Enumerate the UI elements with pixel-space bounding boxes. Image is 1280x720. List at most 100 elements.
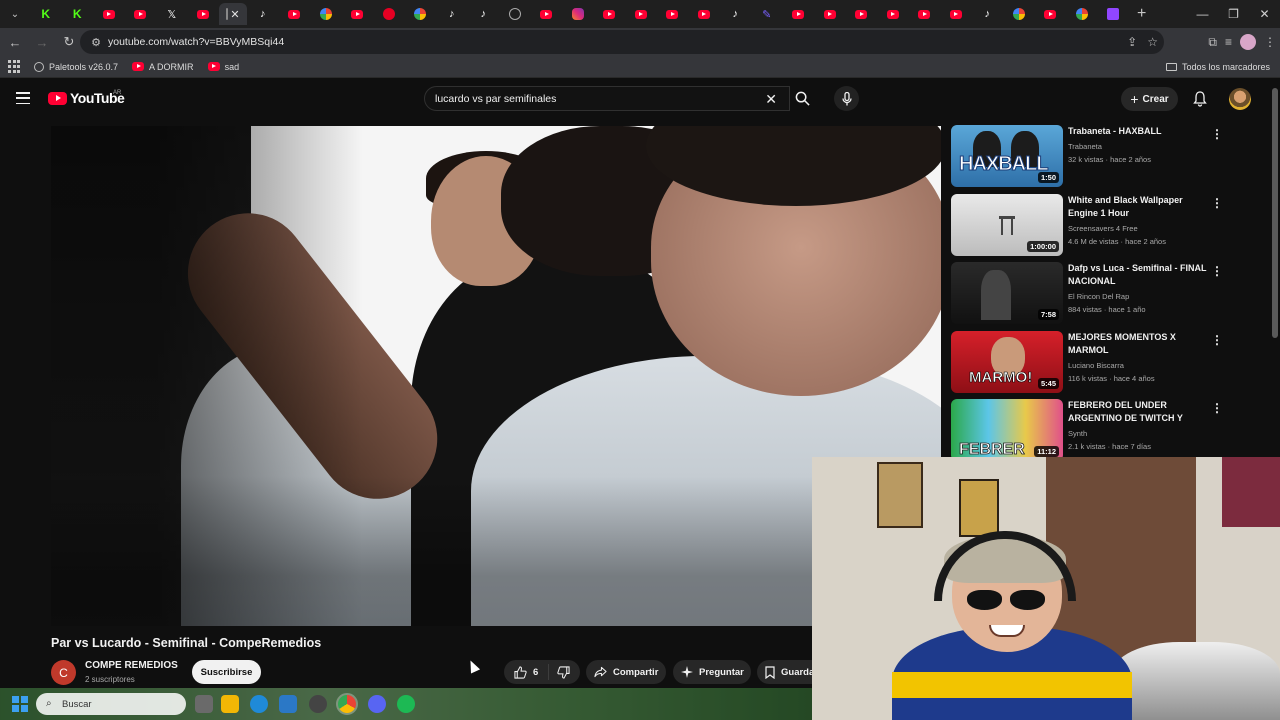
recommendation-title[interactable]: MEJORES MOMENTOS X MARMOL — [1068, 331, 1208, 357]
more-options-icon[interactable]: ⋮ — [1211, 264, 1223, 278]
install-app-icon[interactable]: ⇪ — [1127, 35, 1137, 49]
browser-tab[interactable] — [594, 3, 626, 25]
browser-tab[interactable]: ♪ — [247, 3, 279, 25]
browser-tab[interactable] — [531, 3, 563, 25]
tab-search-button[interactable]: ⌄ — [4, 3, 26, 25]
search-query[interactable]: lucardo vs par semifinales — [435, 93, 556, 105]
browser-tab[interactable]: ♪ — [720, 3, 752, 25]
forward-button[interactable]: → — [30, 30, 54, 54]
notifications-button[interactable] — [1193, 91, 1207, 112]
more-options-icon[interactable]: ⋮ — [1211, 401, 1223, 415]
clear-search-icon[interactable]: ✕ — [765, 91, 777, 108]
channel-name[interactable]: COMPE REMEDIOS — [85, 660, 178, 671]
browser-tab[interactable] — [1035, 3, 1067, 25]
media-control-icon[interactable]: ≡ — [1225, 35, 1232, 49]
browser-tab[interactable] — [125, 3, 157, 25]
share-button[interactable]: Compartir — [586, 660, 666, 684]
more-options-icon[interactable]: ⋮ — [1211, 196, 1223, 210]
recommendation-thumbnail[interactable]: FEBRER 11:12 — [951, 399, 1063, 461]
like-button[interactable]: 6 — [504, 664, 549, 680]
browser-tab[interactable] — [909, 3, 941, 25]
browser-menu-icon[interactable]: ⋮ — [1264, 35, 1276, 49]
recommendation-channel[interactable]: Trabaneta — [1068, 142, 1102, 151]
browser-tab[interactable] — [1066, 3, 1098, 25]
search-button[interactable] — [787, 86, 817, 111]
recommendation-item[interactable]: 1:00:00 White and Black Wallpaper Engine… — [951, 194, 1231, 256]
ask-button[interactable]: Preguntar — [673, 660, 751, 684]
chrome-icon[interactable] — [336, 693, 358, 715]
dislike-button[interactable] — [549, 665, 570, 679]
apps-grid-icon[interactable] — [8, 59, 22, 74]
browser-tab[interactable] — [814, 3, 846, 25]
browser-tab[interactable] — [783, 3, 815, 25]
voice-search-button[interactable] — [834, 86, 859, 111]
spotify-icon[interactable] — [397, 695, 415, 713]
recommendation-thumbnail[interactable]: HAXBALL 1:50 — [951, 125, 1063, 187]
browser-tab[interactable] — [625, 3, 657, 25]
recommendation-thumbnail[interactable]: 7:58 — [951, 262, 1063, 324]
recommendation-item[interactable]: 7:58 Dafp vs Luca - Semifinal - FINAL NA… — [951, 262, 1231, 324]
back-button[interactable]: ← — [3, 30, 27, 54]
recommendation-title[interactable]: White and Black Wallpaper Engine 1 Hour — [1068, 194, 1208, 220]
bookmark-a-dormir[interactable]: A DORMIR — [132, 62, 194, 72]
browser-tab[interactable]: K — [30, 3, 62, 25]
reload-button[interactable]: ↻ — [57, 30, 81, 54]
page-scrollbar[interactable] — [1272, 88, 1278, 338]
browser-tab[interactable] — [405, 3, 437, 25]
task-view-icon[interactable] — [195, 695, 213, 713]
subscribe-button[interactable]: Suscribirse — [192, 660, 261, 684]
browser-tab[interactable] — [940, 3, 972, 25]
browser-tab[interactable]: ♪ — [972, 3, 1004, 25]
browser-tab[interactable] — [310, 3, 342, 25]
browser-tab[interactable] — [846, 3, 878, 25]
bookmark-paletools[interactable]: Paletools v26.0.7 — [34, 61, 118, 72]
browser-tab[interactable]: 𝕏 — [156, 3, 188, 25]
bookmark-star-icon[interactable]: ☆ — [1147, 35, 1158, 49]
browser-tab[interactable] — [1098, 3, 1130, 25]
browser-tab[interactable] — [342, 3, 374, 25]
edge-icon[interactable] — [250, 695, 268, 713]
more-options-icon[interactable]: ⋮ — [1211, 333, 1223, 347]
taskbar-search-input[interactable]: ⌕ Buscar — [36, 693, 186, 715]
create-button[interactable]: + Crear — [1121, 87, 1178, 111]
recommendation-thumbnail[interactable]: MARMO! 5:45 — [951, 331, 1063, 393]
more-options-icon[interactable]: ⋮ — [1211, 127, 1223, 141]
browser-tab[interactable] — [499, 3, 531, 25]
tab-active[interactable]: ✕ — [219, 3, 247, 25]
app-icon[interactable] — [309, 695, 327, 713]
recommendation-title[interactable]: FEBRERO DEL UNDER ARGENTINO DE TWITCH Y … — [1068, 399, 1208, 425]
file-explorer-icon[interactable] — [221, 695, 239, 713]
close-tab-icon[interactable]: ✕ — [230, 8, 239, 21]
search-input[interactable]: lucardo vs par semifinales ✕ — [424, 86, 790, 111]
all-bookmarks-button[interactable]: Todos los marcadores — [1165, 56, 1270, 78]
close-window-icon[interactable]: ✕ — [1249, 0, 1280, 28]
recommendation-item[interactable]: HAXBALL 1:50 Trabaneta - HAXBALL Trabane… — [951, 125, 1231, 187]
minimize-icon[interactable]: — — [1187, 0, 1218, 28]
browser-tab[interactable]: ✎ — [751, 3, 783, 25]
discord-icon[interactable] — [368, 695, 386, 713]
address-url[interactable]: youtube.com/watch?v=BBVyMBSqi44 — [108, 36, 284, 48]
browser-tab[interactable]: ♪ — [436, 3, 468, 25]
browser-tab[interactable] — [1003, 3, 1035, 25]
recommendation-title[interactable]: Trabaneta - HAXBALL — [1068, 125, 1208, 138]
windows-start-icon[interactable] — [12, 696, 28, 712]
video-player[interactable] — [51, 126, 941, 626]
recommendation-channel[interactable]: El Rincon Del Rap — [1068, 292, 1129, 301]
restore-icon[interactable]: ❐ — [1218, 0, 1249, 28]
recommendation-channel[interactable]: Screensavers 4 Free — [1068, 224, 1138, 233]
address-bar[interactable]: ⚙ youtube.com/watch?v=BBVyMBSqi44 ⇪ ☆ — [80, 30, 1164, 54]
extensions-icon[interactable]: ⧉ — [1208, 35, 1217, 50]
profile-avatar[interactable] — [1240, 34, 1256, 50]
channel-avatar[interactable]: C — [51, 660, 76, 685]
menu-icon[interactable] — [16, 92, 30, 104]
browser-tab[interactable] — [562, 3, 594, 25]
browser-tab[interactable] — [188, 3, 220, 25]
site-info-icon[interactable]: ⚙ — [84, 36, 108, 49]
browser-tab[interactable] — [877, 3, 909, 25]
browser-tab[interactable] — [279, 3, 311, 25]
account-avatar[interactable] — [1229, 88, 1251, 110]
browser-tab[interactable] — [688, 3, 720, 25]
recommendation-item[interactable]: FEBRER 11:12 FEBRERO DEL UNDER ARGENTINO… — [951, 399, 1231, 461]
new-tab-button[interactable]: + — [1137, 5, 1146, 23]
store-icon[interactable] — [279, 695, 297, 713]
